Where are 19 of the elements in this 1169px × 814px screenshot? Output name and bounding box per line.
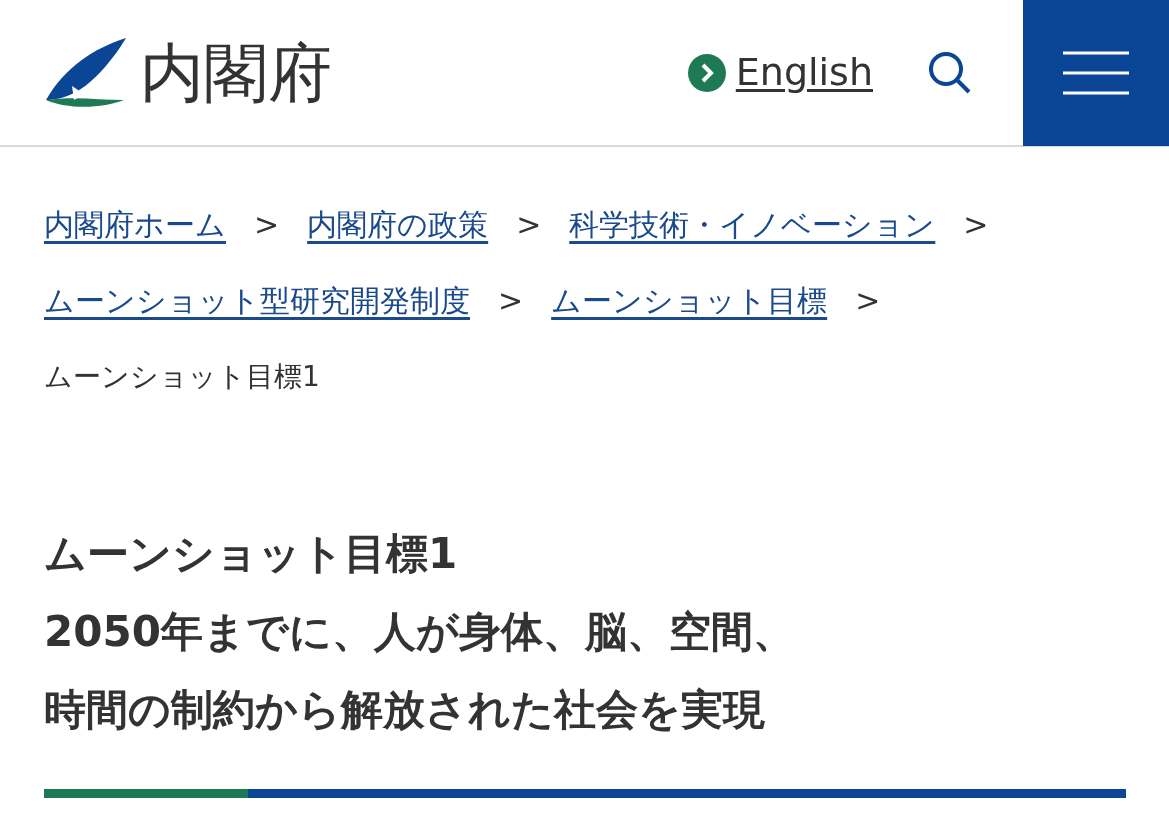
breadcrumb-link[interactable]: ムーンショット目標 [551,263,828,339]
logo-icon [44,37,126,108]
breadcrumb-link[interactable]: 科学技術・イノベーション [569,187,936,263]
breadcrumb-link[interactable]: 内閣府の政策 [307,187,489,263]
menu-button[interactable] [1023,0,1169,146]
english-link[interactable]: English [687,44,873,101]
breadcrumb-separator: > [855,282,881,320]
breadcrumb-separator: > [963,206,989,244]
breadcrumb-current: ムーンショット目標1 [44,359,320,395]
chevron-circle-icon [687,53,726,92]
site-name: 内閣府 [140,40,332,105]
menu-icon [1063,50,1129,95]
breadcrumb-link[interactable]: ムーンショット型研究開発制度 [44,263,470,339]
breadcrumb-separator: > [516,206,542,244]
search-icon[interactable] [927,49,973,96]
page-title: ムーンショット目標1 2050年までに、人が身体、脳、空間、 時間の制約から解放された社会を実現 [43,528,796,736]
breadcrumb-separator: > [254,206,280,244]
breadcrumb-link[interactable]: 内閣府ホーム [44,187,226,263]
breadcrumb-separator: > [498,282,524,320]
